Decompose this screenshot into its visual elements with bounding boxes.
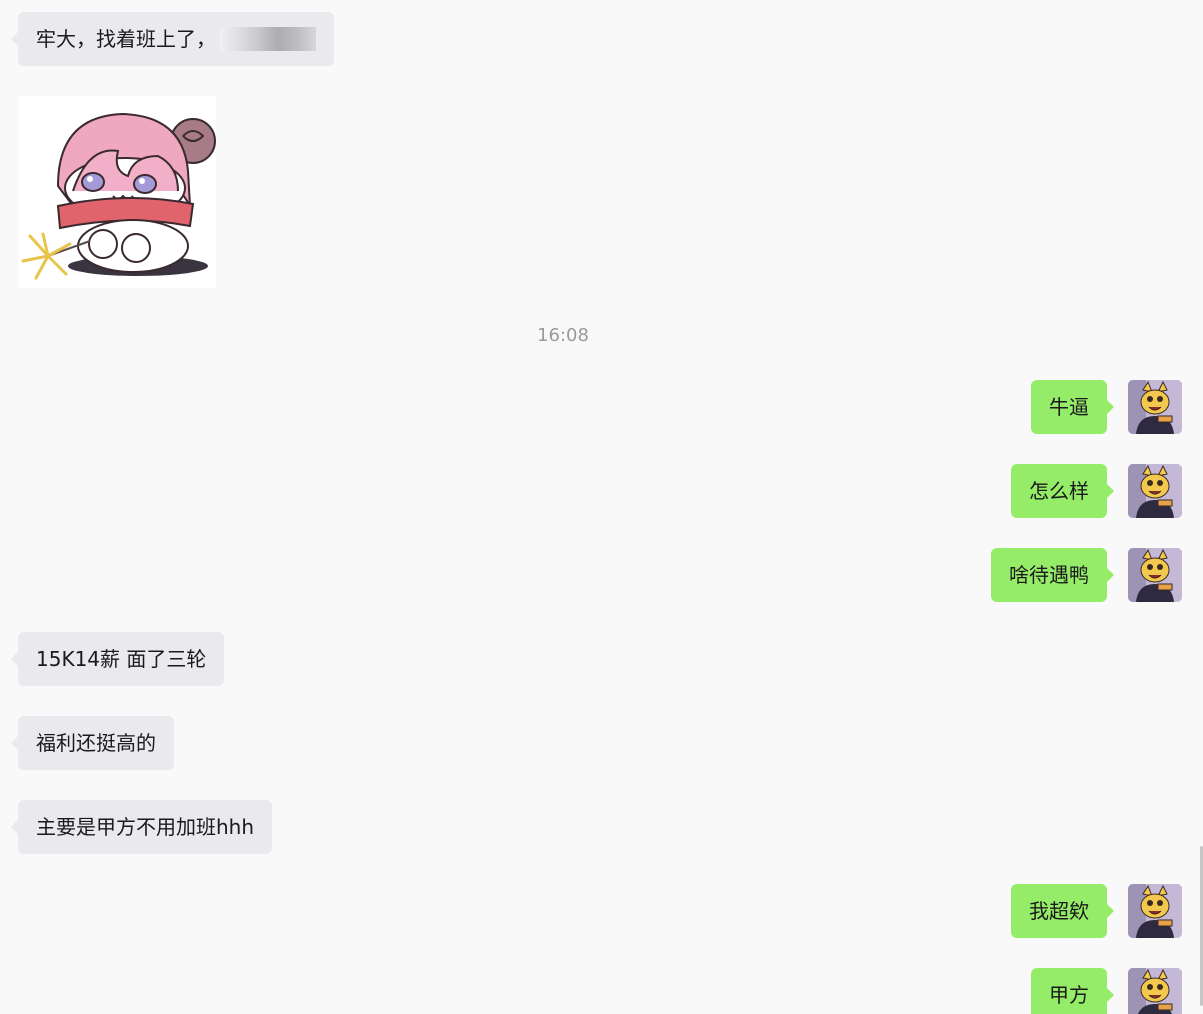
cartoon-cat-avatar-icon[interactable] bbox=[1128, 884, 1182, 938]
incoming-message-bubble[interactable]: 15K14薪 面了三轮 bbox=[10, 632, 225, 686]
message-text: 福利还挺高的 bbox=[36, 731, 156, 755]
message-text: 我超欸 bbox=[1029, 899, 1089, 923]
message-text: 怎么样 bbox=[1029, 479, 1089, 503]
cartoon-cat-avatar-icon[interactable] bbox=[1128, 548, 1182, 602]
message-text: 牢大，找着班上了， bbox=[36, 27, 216, 51]
message-text: 牛逼 bbox=[1049, 395, 1089, 419]
message-text: 主要是甲方不用加班hhh bbox=[36, 815, 255, 839]
cartoon-cat-avatar-icon[interactable] bbox=[1128, 968, 1182, 1014]
timestamp: 16:08 bbox=[537, 325, 589, 346]
sticker-image[interactable] bbox=[18, 96, 216, 288]
redacted-text-block bbox=[220, 26, 316, 51]
message-text: 15K14薪 面了三轮 bbox=[36, 647, 207, 671]
cartoon-cat-avatar-icon[interactable] bbox=[1128, 380, 1182, 434]
incoming-message-bubble[interactable]: 牢大，找着班上了， bbox=[11, 12, 334, 66]
outgoing-message-bubble[interactable]: 甲方 bbox=[1031, 968, 1114, 1014]
message-text: 甲方 bbox=[1049, 983, 1089, 1007]
outgoing-message-bubble[interactable]: 我超欸 bbox=[1011, 884, 1114, 938]
outgoing-message-bubble[interactable]: 牛逼 bbox=[1031, 380, 1114, 434]
incoming-message-bubble[interactable]: 主要是甲方不用加班hhh bbox=[10, 800, 273, 854]
chat-window: 牢大，找着班上了， 16:08 牛逼 怎么样 啥待遇鸭 15K14薪 面了三轮 … bbox=[0, 0, 1203, 1014]
message-text: 啥待遇鸭 bbox=[1009, 563, 1089, 587]
outgoing-message-bubble[interactable]: 怎么样 bbox=[1011, 464, 1114, 518]
outgoing-message-bubble[interactable]: 啥待遇鸭 bbox=[991, 548, 1114, 602]
cartoon-cat-avatar-icon[interactable] bbox=[1128, 464, 1182, 518]
incoming-message-bubble[interactable]: 福利还挺高的 bbox=[11, 716, 174, 770]
